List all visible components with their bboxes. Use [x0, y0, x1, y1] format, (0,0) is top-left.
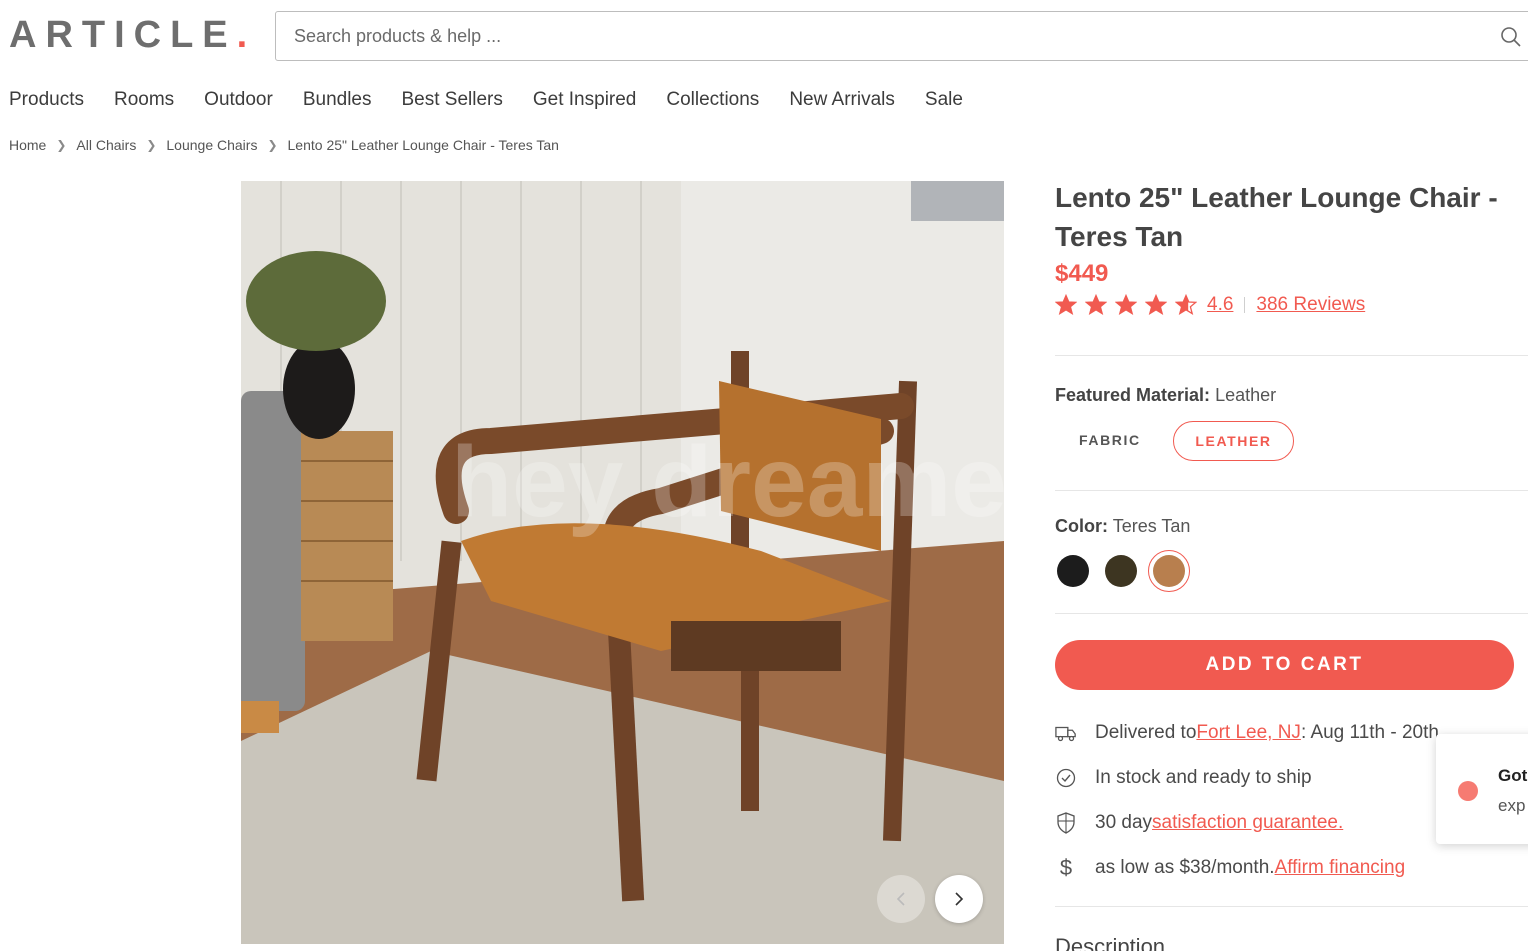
nav-outdoor[interactable]: Outdoor: [204, 89, 273, 111]
nav-rooms[interactable]: Rooms: [114, 89, 174, 111]
breadcrumb-current: Lento 25" Leather Lounge Chair - Teres T…: [287, 137, 559, 153]
color-label-value: Teres Tan: [1112, 516, 1191, 536]
toast-title: Got: [1498, 766, 1528, 785]
nav-sale[interactable]: Sale: [925, 89, 963, 111]
guarantee-link[interactable]: satisfaction guarantee.: [1152, 812, 1343, 834]
search-icon[interactable]: [1500, 26, 1522, 48]
financing-info: $ as low as $38/month. Affirm financing: [1055, 855, 1406, 880]
nav-bundles[interactable]: Bundles: [303, 89, 372, 111]
rating-row: 4.6 386 Reviews: [1055, 292, 1528, 318]
chevron-right-icon: ❯: [267, 138, 278, 152]
product-image[interactable]: hey dreamean®: [241, 181, 1004, 944]
financing-prefix: as low as $38/month.: [1095, 857, 1275, 878]
breadcrumb: Home ❯ All Chairs ❯ Lounge Chairs ❯ Lent…: [9, 137, 559, 153]
nav-get-inspired[interactable]: Get Inspired: [533, 89, 637, 111]
stock-info: In stock and ready to ship: [1055, 767, 1312, 789]
divider: [1055, 613, 1528, 614]
material-option-fabric[interactable]: FABRIC: [1079, 432, 1141, 448]
star-icon: [1055, 294, 1077, 316]
material-label-value: Leather: [1215, 385, 1277, 405]
divider: [1055, 355, 1528, 356]
color-swatch-dark-olive[interactable]: [1105, 555, 1137, 587]
delivery-info: Delivered to Fort Lee, NJ : Aug 11th - 2…: [1055, 722, 1439, 744]
breadcrumb-lounge-chairs[interactable]: Lounge Chairs: [166, 137, 257, 153]
divider: [1055, 490, 1528, 491]
chevron-left-icon: [896, 892, 905, 906]
chevron-right-icon: ❯: [146, 138, 157, 152]
article-logo[interactable]: ARTICLE.: [9, 14, 247, 57]
notification-dot-icon: [1458, 781, 1478, 801]
delivery-location-link[interactable]: Fort Lee, NJ: [1196, 722, 1301, 744]
chevron-right-icon: ❯: [56, 138, 67, 152]
product-title: Lento 25" Leather Lounge Chair - Teres T…: [1055, 182, 1498, 252]
description-heading[interactable]: Description: [1055, 934, 1165, 951]
color-label-key: Color:: [1055, 516, 1108, 536]
truck-icon: [1055, 722, 1077, 744]
nav-products[interactable]: Products: [9, 89, 84, 111]
material-option-leather[interactable]: LEATHER: [1173, 421, 1294, 461]
rating-value[interactable]: 4.6: [1207, 294, 1233, 316]
nav-collections[interactable]: Collections: [666, 89, 759, 111]
logo-text: ARTICLE: [9, 14, 237, 56]
star-rating: [1055, 294, 1205, 316]
star-icon: [1085, 294, 1107, 316]
delivery-prefix: Delivered to: [1095, 722, 1197, 743]
breadcrumb-home[interactable]: Home: [9, 137, 46, 153]
toast-body: exp: [1498, 796, 1526, 815]
search-input[interactable]: [276, 12, 1528, 60]
notification-toast[interactable]: Got exp: [1436, 734, 1528, 844]
divider: [1055, 906, 1528, 907]
guarantee-prefix: 30 day: [1095, 812, 1153, 833]
product-price: $449: [1055, 260, 1109, 287]
image-next-button[interactable]: [935, 875, 983, 923]
financing-link[interactable]: Affirm financing: [1275, 857, 1406, 879]
color-swatch-teres-tan[interactable]: [1153, 555, 1185, 587]
color-label: Color: Teres Tan: [1055, 516, 1190, 537]
breadcrumb-all-chairs[interactable]: All Chairs: [76, 137, 136, 153]
shield-icon: [1055, 812, 1077, 834]
stock-text: In stock and ready to ship: [1095, 767, 1312, 788]
dollar-icon: $: [1059, 855, 1073, 880]
logo-dot: .: [236, 14, 248, 56]
main-nav: Products Rooms Outdoor Bundles Best Sell…: [9, 89, 993, 111]
add-to-cart-button[interactable]: ADD TO CART: [1055, 640, 1514, 690]
material-label: Featured Material: Leather: [1055, 385, 1276, 406]
star-icon: [1175, 294, 1197, 316]
star-icon: [1145, 294, 1167, 316]
color-swatch-black[interactable]: [1057, 555, 1089, 587]
divider: [1244, 297, 1246, 313]
check-circle-icon: [1055, 767, 1077, 789]
image-prev-button[interactable]: [877, 875, 925, 923]
material-label-key: Featured Material:: [1055, 385, 1211, 405]
star-icon: [1115, 294, 1137, 316]
guarantee-info: 30 day satisfaction guarantee.: [1055, 812, 1343, 834]
nav-new-arrivals[interactable]: New Arrivals: [789, 89, 895, 111]
chevron-right-icon: [955, 892, 964, 906]
nav-best-sellers[interactable]: Best Sellers: [402, 89, 503, 111]
delivery-dates: : Aug 11th - 20th: [1300, 722, 1439, 743]
reviews-link[interactable]: 386 Reviews: [1256, 294, 1365, 316]
product-info: Lento 25" Leather Lounge Chair - Teres T…: [1055, 178, 1528, 318]
search-bar[interactable]: [275, 11, 1528, 61]
image-watermark: hey dreamean®: [451, 426, 1004, 538]
